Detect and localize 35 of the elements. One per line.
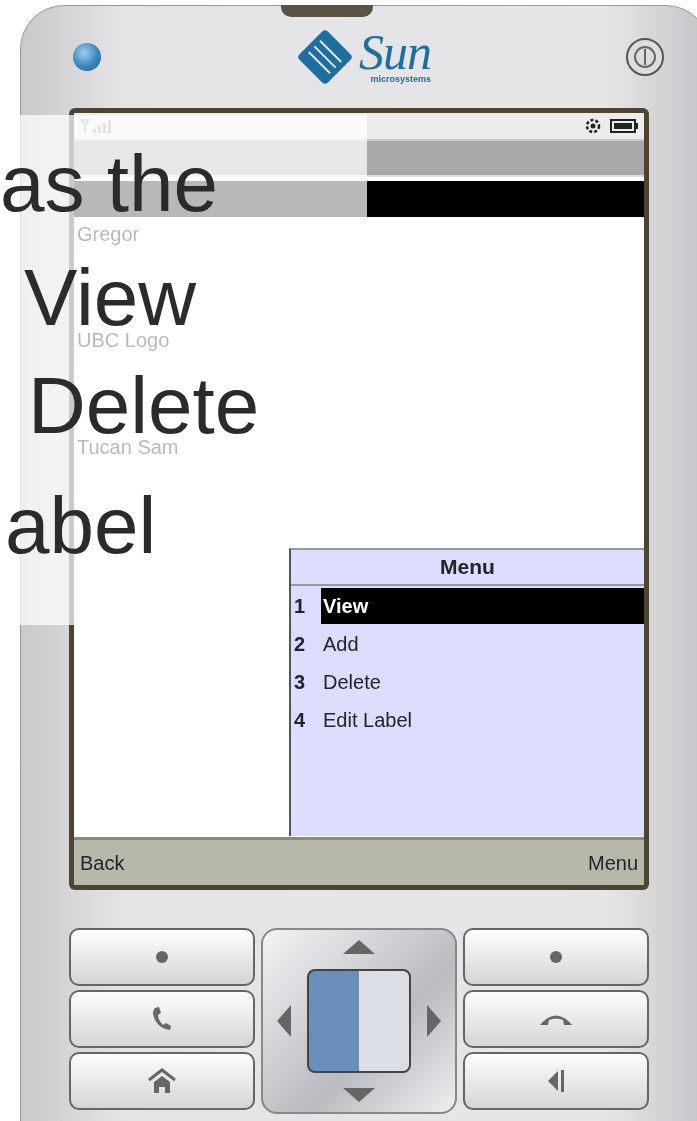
home-icon bbox=[147, 1068, 177, 1094]
menu-item[interactable]: View bbox=[321, 588, 644, 624]
right-arrow-icon bbox=[427, 1005, 441, 1037]
slide-text: as the bbox=[0, 148, 218, 220]
up-arrow-icon bbox=[343, 940, 375, 954]
gear-icon bbox=[584, 117, 602, 135]
right-soft-button[interactable] bbox=[463, 928, 649, 986]
menu-softkey[interactable]: Menu bbox=[587, 847, 638, 878]
back-arrow-icon bbox=[546, 1068, 566, 1094]
end-call-button[interactable] bbox=[463, 990, 649, 1048]
back-softkey[interactable]: Back bbox=[80, 847, 125, 878]
menu-item-number: 2 bbox=[293, 632, 307, 657]
menu-item[interactable]: Add bbox=[321, 626, 644, 662]
home-button[interactable] bbox=[69, 1052, 255, 1110]
menu-item-number: 3 bbox=[293, 670, 307, 695]
back-button[interactable] bbox=[463, 1052, 649, 1110]
select-button[interactable] bbox=[307, 969, 411, 1073]
navigation-pad[interactable] bbox=[261, 928, 457, 1114]
down-arrow-icon bbox=[343, 1088, 375, 1102]
menu-item-number: 1 bbox=[293, 594, 307, 619]
slide-text: abel bbox=[4, 490, 157, 562]
call-button[interactable] bbox=[69, 990, 255, 1048]
menu-item[interactable]: Edit Label bbox=[321, 702, 644, 738]
left-arrow-icon bbox=[277, 1005, 291, 1037]
power-button[interactable] bbox=[625, 37, 665, 77]
dot-icon bbox=[549, 950, 563, 964]
left-soft-button[interactable] bbox=[69, 928, 255, 986]
dot-icon bbox=[155, 950, 169, 964]
indicator-light-icon bbox=[73, 43, 101, 71]
menu-item-number: 4 bbox=[293, 708, 307, 733]
menu-item[interactable]: Delete bbox=[321, 664, 644, 700]
battery-icon bbox=[610, 119, 638, 133]
phone-handset-icon bbox=[151, 1006, 173, 1032]
menu-title: Menu bbox=[291, 550, 644, 586]
slide-text: View bbox=[23, 262, 196, 334]
